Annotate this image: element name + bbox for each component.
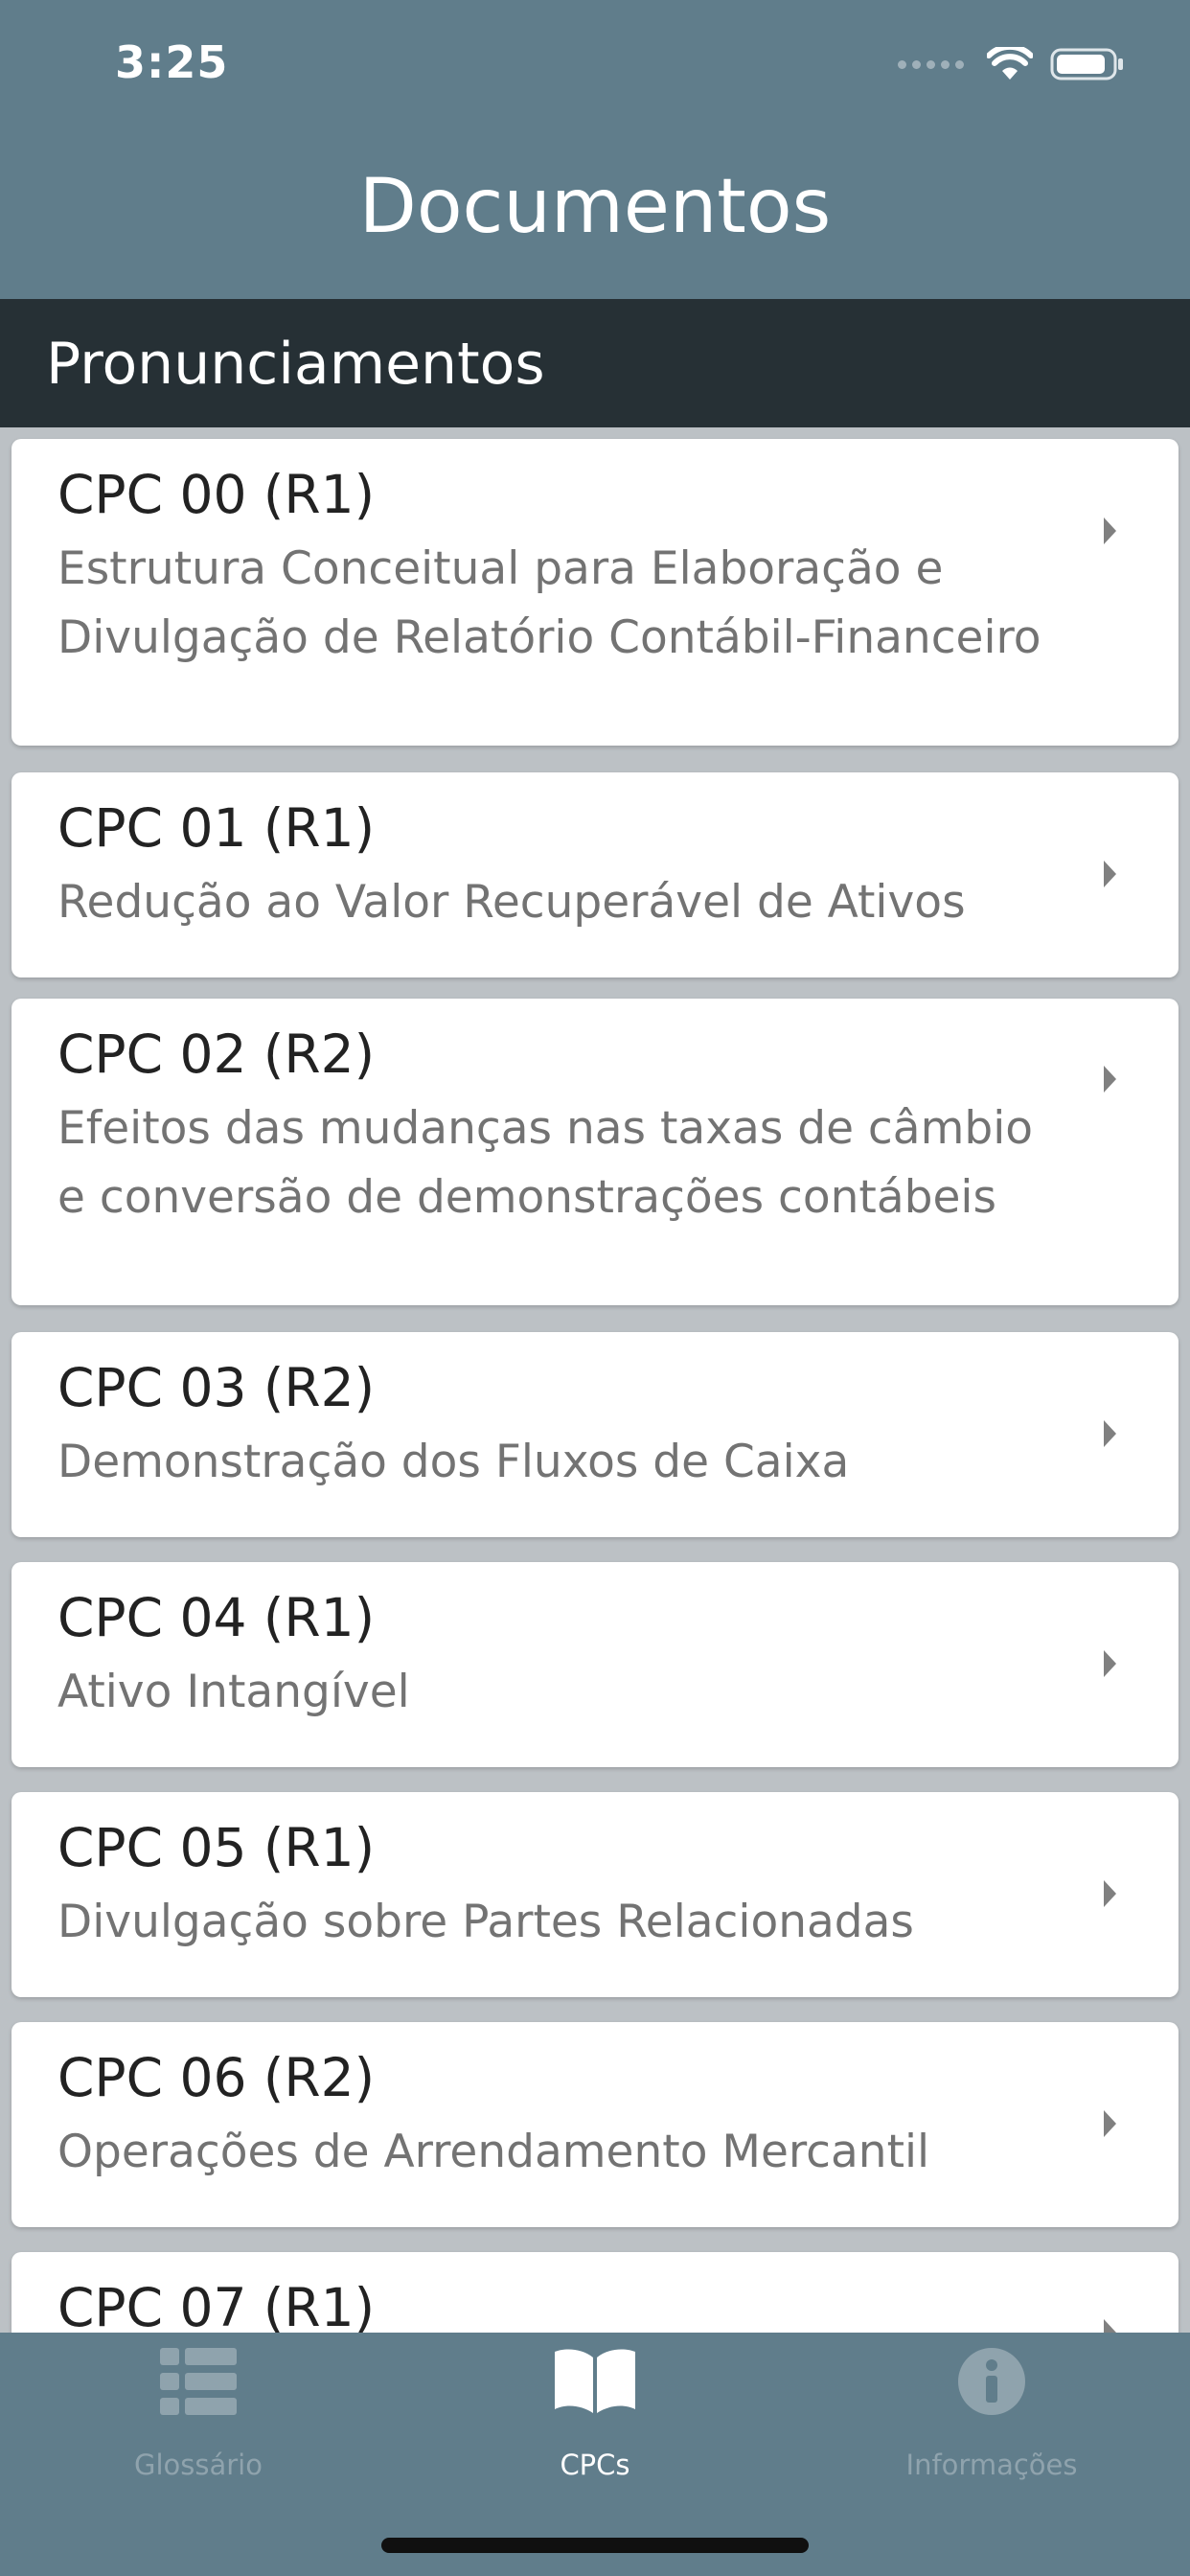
list-item[interactable]: CPC 06 (R2) Operações de Arrendamento Me… xyxy=(11,2022,1179,2227)
item-title: CPC 05 (R1) xyxy=(57,1817,376,1878)
chevron-right-icon xyxy=(1104,861,1116,887)
signal-dots-icon xyxy=(898,59,964,69)
page-title: Documentos xyxy=(358,164,832,250)
tab-label: Glossário xyxy=(134,2449,263,2481)
item-subtitle: Operações de Arrendamento Mercantil xyxy=(57,2126,930,2178)
item-title: CPC 01 (R1) xyxy=(57,797,376,859)
list-item[interactable]: CPC 02 (R2) Efeitos das mudanças nas tax… xyxy=(11,999,1179,1305)
item-title: CPC 03 (R2) xyxy=(57,1357,376,1418)
status-icons xyxy=(898,40,1127,88)
chevron-right-icon xyxy=(1104,1650,1116,1677)
chevron-right-icon xyxy=(1104,2319,1116,2333)
item-subtitle: Ativo Intangível xyxy=(57,1666,410,1718)
chevron-right-icon xyxy=(1104,1880,1116,1907)
chevron-right-icon xyxy=(1104,1066,1116,1092)
chevron-right-icon xyxy=(1104,518,1116,544)
book-icon xyxy=(555,2349,635,2413)
section-title: Pronunciamentos xyxy=(46,331,545,398)
section-header: Pronunciamentos xyxy=(0,299,1190,427)
item-title: CPC 00 (R1) xyxy=(57,464,376,525)
battery-icon xyxy=(1050,48,1123,80)
tab-label: CPCs xyxy=(560,2449,630,2481)
item-title: CPC 06 (R2) xyxy=(57,2047,376,2108)
chevron-right-icon xyxy=(1104,1420,1116,1447)
app-header: 3:25 Documentos xyxy=(0,0,1190,299)
tab-glossario[interactable]: Glossário xyxy=(0,2333,397,2505)
item-subtitle: Redução ao Valor Recuperável de Ativos xyxy=(57,876,966,929)
info-icon xyxy=(958,2348,1025,2415)
item-subtitle: Divulgação sobre Partes Relacionadas xyxy=(57,1896,914,1948)
tab-cpcs[interactable]: CPCs xyxy=(397,2333,793,2505)
home-indicator[interactable] xyxy=(381,2538,809,2553)
chevron-right-icon xyxy=(1104,2110,1116,2137)
item-subtitle: Demonstração dos Fluxos de Caixa xyxy=(57,1436,850,1488)
list-item[interactable]: CPC 07 (R1) xyxy=(11,2252,1179,2333)
item-title: CPC 02 (R2) xyxy=(57,1024,376,1085)
status-time: 3:25 xyxy=(115,36,229,88)
list-item[interactable]: CPC 05 (R1) Divulgação sobre Partes Rela… xyxy=(11,1792,1179,1997)
list-item[interactable]: CPC 00 (R1) Estrutura Conceitual para El… xyxy=(11,439,1179,746)
wifi-icon xyxy=(987,47,1033,80)
list-item[interactable]: CPC 04 (R1) Ativo Intangível xyxy=(11,1562,1179,1767)
list-icon xyxy=(160,2348,237,2415)
tab-informacoes[interactable]: Informações xyxy=(793,2333,1190,2505)
screen: 3:25 Documentos Pronunciamentos CPC 00 (… xyxy=(0,0,1190,2576)
tab-bar: Glossário CPCs Informações xyxy=(0,2333,1190,2576)
item-subtitle: Efeitos das mudanças nas taxas de câmbio… xyxy=(57,1102,1034,1224)
list-item[interactable]: CPC 03 (R2) Demonstração dos Fluxos de C… xyxy=(11,1332,1179,1537)
item-subtitle: Estrutura Conceitual para Elaboração e D… xyxy=(57,542,1041,664)
document-list[interactable]: CPC 00 (R1) Estrutura Conceitual para El… xyxy=(0,427,1190,2333)
tab-label: Informações xyxy=(905,2449,1078,2481)
item-title: CPC 07 (R1) xyxy=(57,2277,376,2333)
list-item[interactable]: CPC 01 (R1) Redução ao Valor Recuperável… xyxy=(11,772,1179,978)
item-title: CPC 04 (R1) xyxy=(57,1587,376,1648)
